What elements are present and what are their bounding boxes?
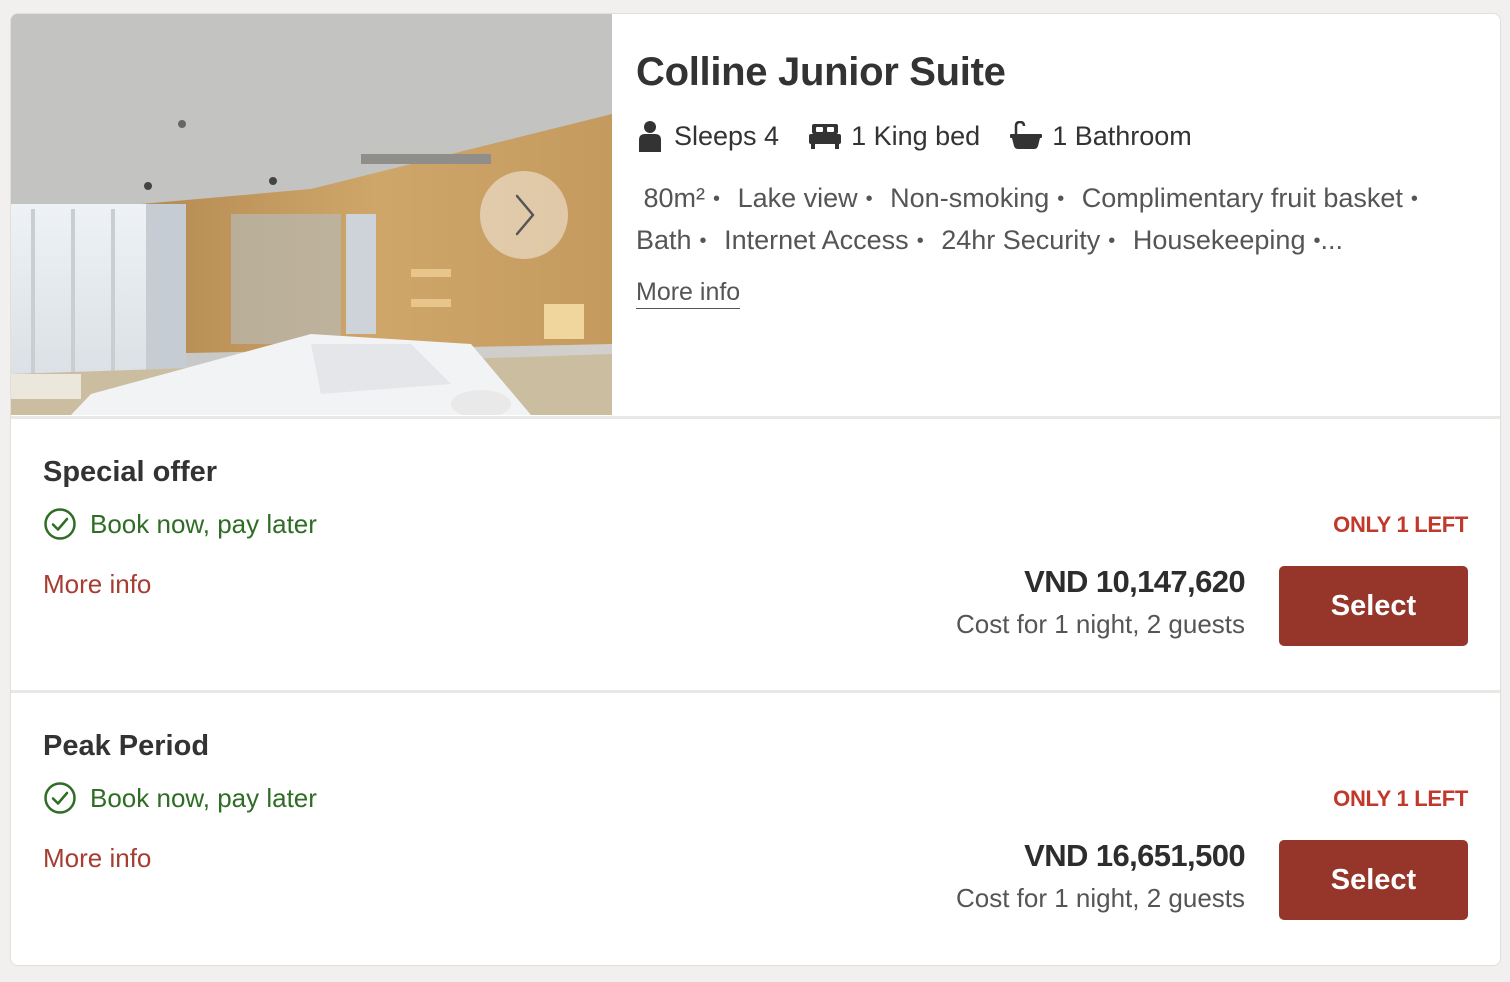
availability-badge: ONLY 1 LEFT xyxy=(1333,786,1468,811)
check-circle-icon xyxy=(44,508,76,540)
room-title: Colline Junior Suite xyxy=(636,50,1006,94)
photo-next-button[interactable] xyxy=(480,171,568,259)
rate-more-info-link[interactable]: More info xyxy=(43,569,151,600)
rate-policy-label: Book now, pay later xyxy=(90,782,317,813)
rate-price-note: Cost for 1 night, 2 guests xyxy=(955,609,1245,639)
spec-bathroom-label: 1 Bathroom xyxy=(1052,120,1192,151)
rate-row: Special offer Book now, pay later More i… xyxy=(11,416,1500,690)
bed-icon xyxy=(809,124,842,149)
room-photo[interactable] xyxy=(11,14,612,415)
spec-bathroom: 1 Bathroom xyxy=(1010,121,1192,152)
rate-policy-label: Book now, pay later xyxy=(90,508,317,539)
chevron-right-icon xyxy=(515,194,535,236)
amenity-item: Internet Access • xyxy=(724,225,924,255)
rate-title: Special offer xyxy=(43,456,218,488)
rate-row: Peak Period Book now, pay later More inf… xyxy=(11,690,1500,965)
room-header: Colline Junior Suite Sleeps 4 1 King bed… xyxy=(11,14,1500,415)
person-icon xyxy=(639,121,661,152)
room-more-info-link[interactable]: More info xyxy=(636,277,741,309)
select-button[interactable]: Select xyxy=(1279,840,1468,920)
amenities-list: 80m² • Lake view • Non-smoking • Compliment… xyxy=(636,179,1466,263)
amenity-item: 80m² • xyxy=(643,183,721,213)
amenity-item: Non-smoking • xyxy=(890,183,1065,213)
rate-price-note: Cost for 1 night, 2 guests xyxy=(955,883,1245,913)
amenity-item: Complimentary fruit basket • xyxy=(1081,183,1418,213)
rate-price: VND 16,651,500 xyxy=(1024,838,1245,873)
rate-policy: Book now, pay later xyxy=(43,781,317,815)
rate-more-info-link[interactable]: More info xyxy=(43,843,151,874)
spec-sleeps: Sleeps 4 xyxy=(636,120,779,152)
spec-sleeps-label: Sleeps 4 xyxy=(674,120,780,151)
amenity-item: Bath • xyxy=(636,225,707,255)
amenity-item: 24hr Security • xyxy=(941,225,1116,255)
room-specs: Sleeps 4 1 King bed 1 Bathroom xyxy=(636,120,1222,152)
select-button[interactable]: Select xyxy=(1279,566,1468,646)
spec-bed: 1 King bed xyxy=(809,121,980,152)
rate-title: Peak Period xyxy=(43,730,210,762)
spec-bed-label: 1 King bed xyxy=(851,120,981,151)
amenity-item: Lake view • xyxy=(737,183,873,213)
availability-badge: ONLY 1 LEFT xyxy=(1333,512,1468,537)
rate-price: VND 10,147,620 xyxy=(1024,564,1245,599)
room-card: Colline Junior Suite Sleeps 4 1 King bed… xyxy=(10,13,1501,966)
rate-policy: Book now, pay later xyxy=(43,507,317,541)
amenity-item: Housekeeping •... xyxy=(1132,225,1343,255)
bathtub-icon xyxy=(1010,121,1043,149)
check-circle-icon xyxy=(44,782,76,814)
amenities-ellipsis: ... xyxy=(1320,225,1343,255)
